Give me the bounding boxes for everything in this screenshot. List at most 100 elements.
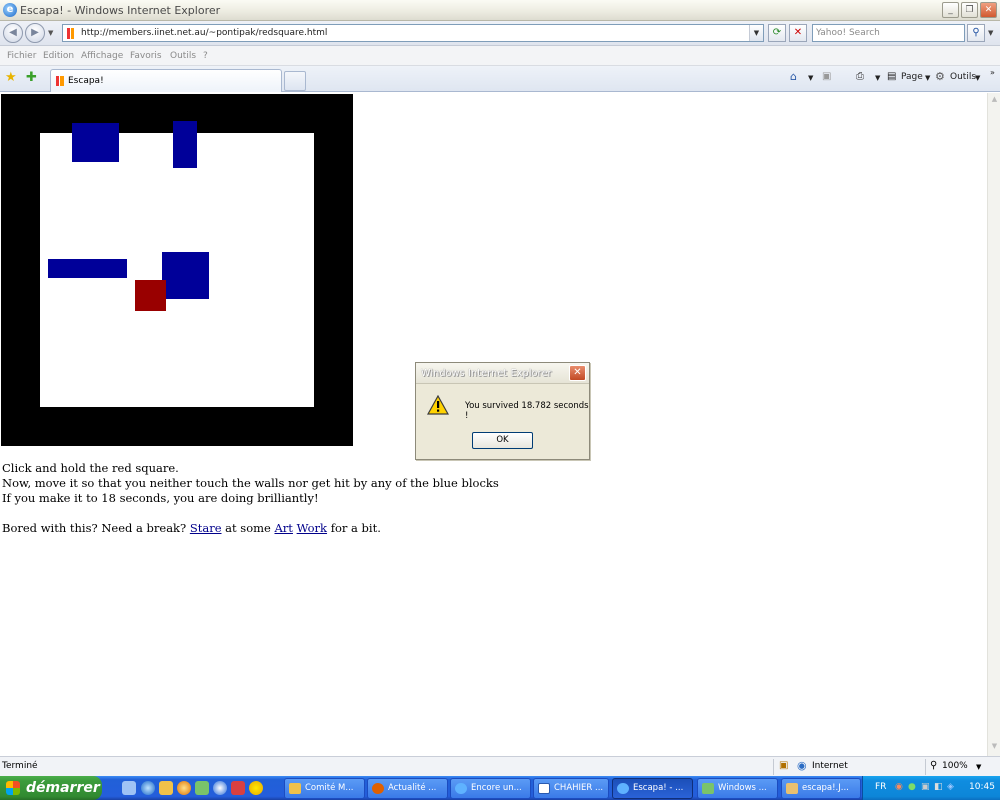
blue-block-4 [162,252,209,299]
history-dropdown-icon[interactable]: ▼ [48,29,53,37]
taskbar-item-windows[interactable]: Windows ... [697,778,778,799]
refresh-button[interactable]: ⟳ [768,24,786,42]
menu-edit[interactable]: Edition [43,51,74,61]
print-icon[interactable]: ⎙ [856,71,864,82]
taskbar-item-escapa[interactable]: Escapa! - ... [612,778,693,799]
tab-escapa[interactable]: Escapa! [50,69,282,92]
quicklaunch-smiley-icon[interactable] [249,781,263,795]
status-separator-2 [925,759,926,775]
taskbar: démarrer Comité M... Actualité ... Encor… [0,776,1000,800]
menu-view[interactable]: Affichage [81,51,123,61]
taskbar-item-comite[interactable]: Comité M... [284,778,365,799]
instruction-line-1: Click and hold the red square. [2,461,179,475]
navigation-bar: ◀ ▶ ▼ http://members.iinet.net.au/~ponti… [0,21,1000,46]
quicklaunch-firefox-icon[interactable] [177,781,191,795]
quicklaunch-ie-icon[interactable] [141,781,155,795]
tray-network-icon[interactable]: ▣ [921,782,930,792]
tools-menu-button[interactable]: Outils [950,72,976,82]
folder-icon [289,783,301,794]
taskbar-item-chahier[interactable]: CHAHIER ... [533,778,609,799]
address-field[interactable]: http://members.iinet.net.au/~pontipak/re… [62,24,764,42]
security-zone: Internet [812,761,848,771]
maximize-button[interactable]: ❐ [961,2,978,18]
quicklaunch-desktop-icon[interactable] [122,781,136,795]
word-icon [538,783,550,794]
scroll-down-icon[interactable]: ▼ [989,742,1000,754]
quicklaunch-media-icon[interactable] [213,781,227,795]
print-dropdown-icon[interactable]: ▼ [875,74,880,82]
search-options-icon[interactable]: ▼ [988,29,993,37]
dialog-close-button[interactable]: ✕ [569,365,586,381]
tray-bluetooth-icon[interactable]: ◈ [947,782,954,792]
messenger-icon [702,783,714,794]
instruction-line-2: Now, move it so that you neither touch t… [2,476,499,490]
new-tab-button[interactable] [284,71,306,91]
tray-messenger-icon[interactable]: ● [908,782,916,792]
page-dropdown-icon[interactable]: ▼ [925,74,930,82]
gear-icon: ⚙ [935,70,945,83]
menu-help[interactable]: ? [203,51,208,61]
address-dropdown-icon[interactable]: ▼ [749,25,763,41]
start-button[interactable]: démarrer [0,776,102,800]
favorites-star-icon[interactable]: ★ [5,70,17,85]
taskbar-item-encore[interactable]: Encore un... [450,778,531,799]
at-some-text: at some [225,521,271,535]
dialog-message: You survived 18.782 seconds ! [465,401,589,421]
tools-dropdown-icon[interactable]: ▼ [975,74,980,82]
firefox-icon [372,783,384,794]
zoom-icon[interactable]: ⚲ [930,760,937,771]
quicklaunch-folder-icon[interactable] [159,781,173,795]
menu-tools[interactable]: Outils [170,51,196,61]
dialog-title: Windows Internet Explorer [421,368,552,379]
home-icon[interactable]: ⌂ [790,70,797,83]
tab-favicon-icon [56,76,64,86]
start-label: démarrer [26,780,100,796]
home-dropdown-icon[interactable]: ▼ [808,74,813,82]
search-icon[interactable]: ⚲ [967,24,985,42]
taskbar-item-actualite[interactable]: Actualité ... [367,778,448,799]
close-window-button[interactable]: ✕ [980,2,997,18]
address-url: http://members.iinet.net.au/~pontipak/re… [81,28,328,38]
ie-icon [455,783,467,794]
taskbar-item-escapa-jpg[interactable]: escapa!.J... [781,778,861,799]
bored-line: Bored with this? Need a break? Stare at … [2,521,381,536]
vertical-scrollbar[interactable]: ▲ ▼ [987,93,1000,756]
clock: 10:45 [969,782,995,792]
language-indicator[interactable]: FR [875,782,886,792]
menu-favorites[interactable]: Favoris [130,51,162,61]
search-input[interactable]: Yahoo! Search [812,24,965,42]
bored-prefix: Bored with this? Need a break? [2,521,187,535]
tray-app-icon[interactable]: ◉ [895,782,903,792]
site-favicon-icon [67,28,77,39]
quicklaunch-messenger-icon[interactable] [195,781,209,795]
chevron-more-icon[interactable]: » [990,68,995,77]
alert-dialog: Windows Internet Explorer ✕ You survived… [415,362,590,460]
protected-mode-icon: ▣ [779,760,789,771]
status-bar: Terminé ▣ ◉ Internet ⚲ 100% ▼ [0,756,1000,776]
feeds-icon[interactable]: ▣ [822,71,831,82]
ok-button[interactable]: OK [472,432,533,449]
minimize-button[interactable]: _ [942,2,959,18]
back-button[interactable]: ◀ [3,23,23,43]
dialog-title-bar: Windows Internet Explorer ✕ [416,363,589,384]
tab-label: Escapa! [68,76,104,86]
menu-file[interactable]: Fichier [7,51,36,61]
stop-button[interactable]: ✕ [789,24,807,42]
link-art[interactable]: Art [275,521,293,535]
zoom-dropdown-icon[interactable]: ▼ [976,763,981,771]
blue-block-1 [72,123,119,162]
blue-block-3 [48,259,127,278]
red-square[interactable] [135,280,166,311]
tab-bar: ★ ✚ Escapa! ⌂ ▼ ▣ ⎙ ▼ ▤ Page ▼ ⚙ Outils … [0,66,1000,92]
link-work[interactable]: Work [297,521,327,535]
quicklaunch-app-icon[interactable] [231,781,245,795]
tray-volume-icon[interactable]: ◧ [934,782,943,792]
image-icon [786,783,798,794]
forward-button[interactable]: ▶ [25,23,45,43]
link-stare[interactable]: Stare [190,521,222,535]
game-board-walls [1,94,353,446]
add-favorites-icon[interactable]: ✚ [26,70,37,85]
scroll-up-icon[interactable]: ▲ [989,95,1000,107]
page-menu-button[interactable]: Page [901,72,923,82]
zoom-level[interactable]: 100% [942,761,968,771]
